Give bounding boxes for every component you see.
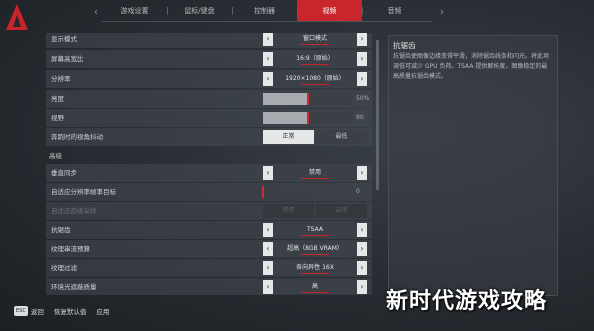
setting-label: 自适应分辨率帧率目标 — [51, 188, 116, 196]
fov-slider[interactable] — [263, 112, 353, 124]
setting-ambient-occlusion: 环境光遮蔽质量 ‹ 高 › — [46, 278, 372, 295]
setting-label: 垂直同步 — [51, 169, 77, 177]
setting-vsync: 垂直同步 ‹ 禁用 › — [46, 164, 372, 182]
info-panel: 抗锯齿 抗锯齿使图像边缘变得平滑，消除锯齿线条和闪光。将此项调低可减少 GPU … — [388, 35, 558, 296]
chevron-right-icon[interactable]: › — [357, 242, 367, 256]
info-title: 抗锯齿 — [393, 41, 416, 50]
selector-value: 各向异性 16X — [273, 261, 357, 275]
chevron-right-icon[interactable]: › — [357, 33, 367, 46]
chevron-left-icon[interactable]: ‹ — [263, 166, 273, 180]
slider-fill — [263, 93, 308, 105]
slider-thumb[interactable] — [262, 186, 264, 198]
selector-value: 1920×1080（原始） — [273, 72, 357, 86]
slider-thumb[interactable] — [307, 112, 309, 124]
setting-adaptive-resolution: 自适应分辨率帧率目标 0 — [46, 183, 372, 201]
setting-label: 环境光遮蔽质量 — [51, 283, 97, 291]
resolution-selector[interactable]: ‹ 1920×1080（原始） › — [263, 72, 367, 86]
chevron-right-icon[interactable]: › — [357, 72, 367, 86]
slider-thumb[interactable] — [307, 93, 309, 105]
option-normal[interactable]: 正常 — [263, 130, 314, 144]
antialiasing-selector[interactable]: ‹ TSAA › — [263, 223, 367, 237]
slider-fill — [263, 112, 308, 124]
tab-gameplay[interactable]: 游戏设置 — [102, 0, 167, 22]
esc-key-icon: ESC — [14, 306, 28, 316]
tab-video[interactable]: 视频 — [297, 0, 362, 22]
footer-bar: ESC 返回 恢复默认值 应用 — [14, 304, 119, 318]
tab-divider — [102, 21, 432, 22]
restore-defaults-button[interactable]: 恢复默认值 — [54, 306, 87, 316]
chevron-right-icon[interactable]: › — [357, 223, 367, 237]
adaptive-supersampling-toggle: 禁用 启用 — [263, 204, 367, 218]
slider-value: 0 — [356, 188, 360, 195]
setting-label: 自适应超级采样 — [51, 207, 97, 215]
adaptive-resolution-slider[interactable] — [262, 186, 353, 198]
texture-budget-selector[interactable]: ‹ 超高（8GB VRAM） › — [263, 242, 367, 256]
selector-value: 禁用 — [273, 166, 357, 180]
chevron-left-icon[interactable]: ‹ — [263, 52, 273, 66]
tab-audio[interactable]: 音频 — [362, 0, 427, 22]
selector-value: 高 — [273, 280, 357, 294]
sprint-shake-toggle: 正常 最低 — [263, 130, 367, 144]
watermark-text: 新时代游戏攻略 — [386, 289, 548, 314]
setting-label: 亮度 — [51, 95, 64, 103]
setting-label: 显示模式 — [51, 35, 77, 43]
section-advanced: 高级 — [46, 148, 372, 164]
chevron-right-icon[interactable]: › — [357, 52, 367, 66]
chevron-left-icon[interactable]: ‹ — [263, 261, 273, 275]
setting-label: 抗锯齿 — [51, 226, 71, 234]
chevron-right-icon[interactable]: › — [357, 166, 367, 180]
option-enabled: 启用 — [316, 204, 367, 218]
setting-display-mode: 显示模式 ‹ 窗口模式 › — [46, 33, 372, 48]
info-description: 抗锯齿使图像边缘变得平滑，消除锯齿线条和闪光。将此项调低可减少 GPU 负荷。T… — [393, 53, 550, 80]
setting-brightness: 亮度 50% — [46, 90, 372, 108]
top-bar: ‹ 游戏设置 鼠标/键盘 控制器 视频 音频 › — [0, 0, 594, 32]
setting-label: 纹理串流预算 — [51, 245, 90, 253]
slider-value: 50% — [356, 95, 370, 102]
setting-texture-budget: 纹理串流预算 ‹ 超高（8GB VRAM） › — [46, 240, 372, 258]
texture-filtering-selector[interactable]: ‹ 各向异性 16X › — [263, 261, 367, 275]
apply-button[interactable]: 应用 — [96, 306, 109, 316]
display-mode-selector[interactable]: ‹ 窗口模式 › — [263, 33, 367, 46]
setting-sprint-shake: 奔跑时的视角抖动 正常 最低 — [46, 128, 372, 146]
chevron-left-icon[interactable]: ‹ — [263, 223, 273, 237]
setting-antialiasing: 抗锯齿 ‹ TSAA › — [46, 221, 372, 239]
setting-texture-filtering: 纹理过滤 ‹ 各向异性 16X › — [46, 259, 372, 277]
setting-label: 分辨率 — [51, 75, 71, 83]
setting-resolution: 分辨率 ‹ 1920×1080（原始） › — [46, 70, 372, 88]
setting-adaptive-supersampling: 自适应超级采样 禁用 启用 — [46, 202, 372, 220]
selector-value: 16:9（原始） — [273, 52, 357, 66]
aspect-ratio-selector[interactable]: ‹ 16:9（原始） › — [263, 52, 367, 66]
selector-value: 超高（8GB VRAM） — [273, 242, 357, 256]
option-minimal[interactable]: 最低 — [316, 130, 367, 144]
tab-controller[interactable]: 控制器 — [232, 0, 297, 22]
chevron-left-icon[interactable]: ‹ — [263, 280, 273, 294]
chevron-left-icon[interactable]: ‹ — [263, 242, 273, 256]
tab-next-icon[interactable]: › — [436, 6, 448, 18]
setting-label: 视野 — [51, 114, 64, 122]
ambient-occlusion-selector[interactable]: ‹ 高 › — [263, 280, 367, 294]
tab-prev-icon[interactable]: ‹ — [90, 6, 102, 18]
settings-list: 显示模式 ‹ 窗口模式 › 屏幕高宽比 ‹ 16:9（原始） › 分辨率 ‹ 1… — [46, 33, 372, 295]
setting-label: 屏幕高宽比 — [51, 55, 84, 63]
selector-value: TSAA — [273, 223, 357, 237]
option-disabled: 禁用 — [263, 204, 314, 218]
selector-value: 窗口模式 — [273, 33, 357, 46]
chevron-right-icon[interactable]: › — [357, 261, 367, 275]
brightness-slider[interactable] — [263, 93, 353, 105]
setting-label: 奔跑时的视角抖动 — [51, 133, 103, 141]
slider-value: 90 — [356, 114, 364, 121]
setting-label: 纹理过滤 — [51, 264, 77, 272]
back-button[interactable]: 返回 — [31, 306, 44, 316]
chevron-right-icon[interactable]: › — [357, 280, 367, 294]
apex-logo-icon — [6, 4, 28, 30]
section-title: 高级 — [49, 152, 62, 160]
chevron-left-icon[interactable]: ‹ — [263, 33, 273, 46]
tab-bar: 游戏设置 鼠标/键盘 控制器 视频 音频 — [102, 0, 427, 22]
tab-mouse-keyboard[interactable]: 鼠标/键盘 — [167, 0, 232, 22]
chevron-left-icon[interactable]: ‹ — [263, 72, 273, 86]
setting-aspect-ratio: 屏幕高宽比 ‹ 16:9（原始） › — [46, 50, 372, 68]
setting-fov: 视野 90 — [46, 109, 372, 127]
settings-scrollbar[interactable] — [376, 40, 379, 190]
vsync-selector[interactable]: ‹ 禁用 › — [263, 166, 367, 180]
